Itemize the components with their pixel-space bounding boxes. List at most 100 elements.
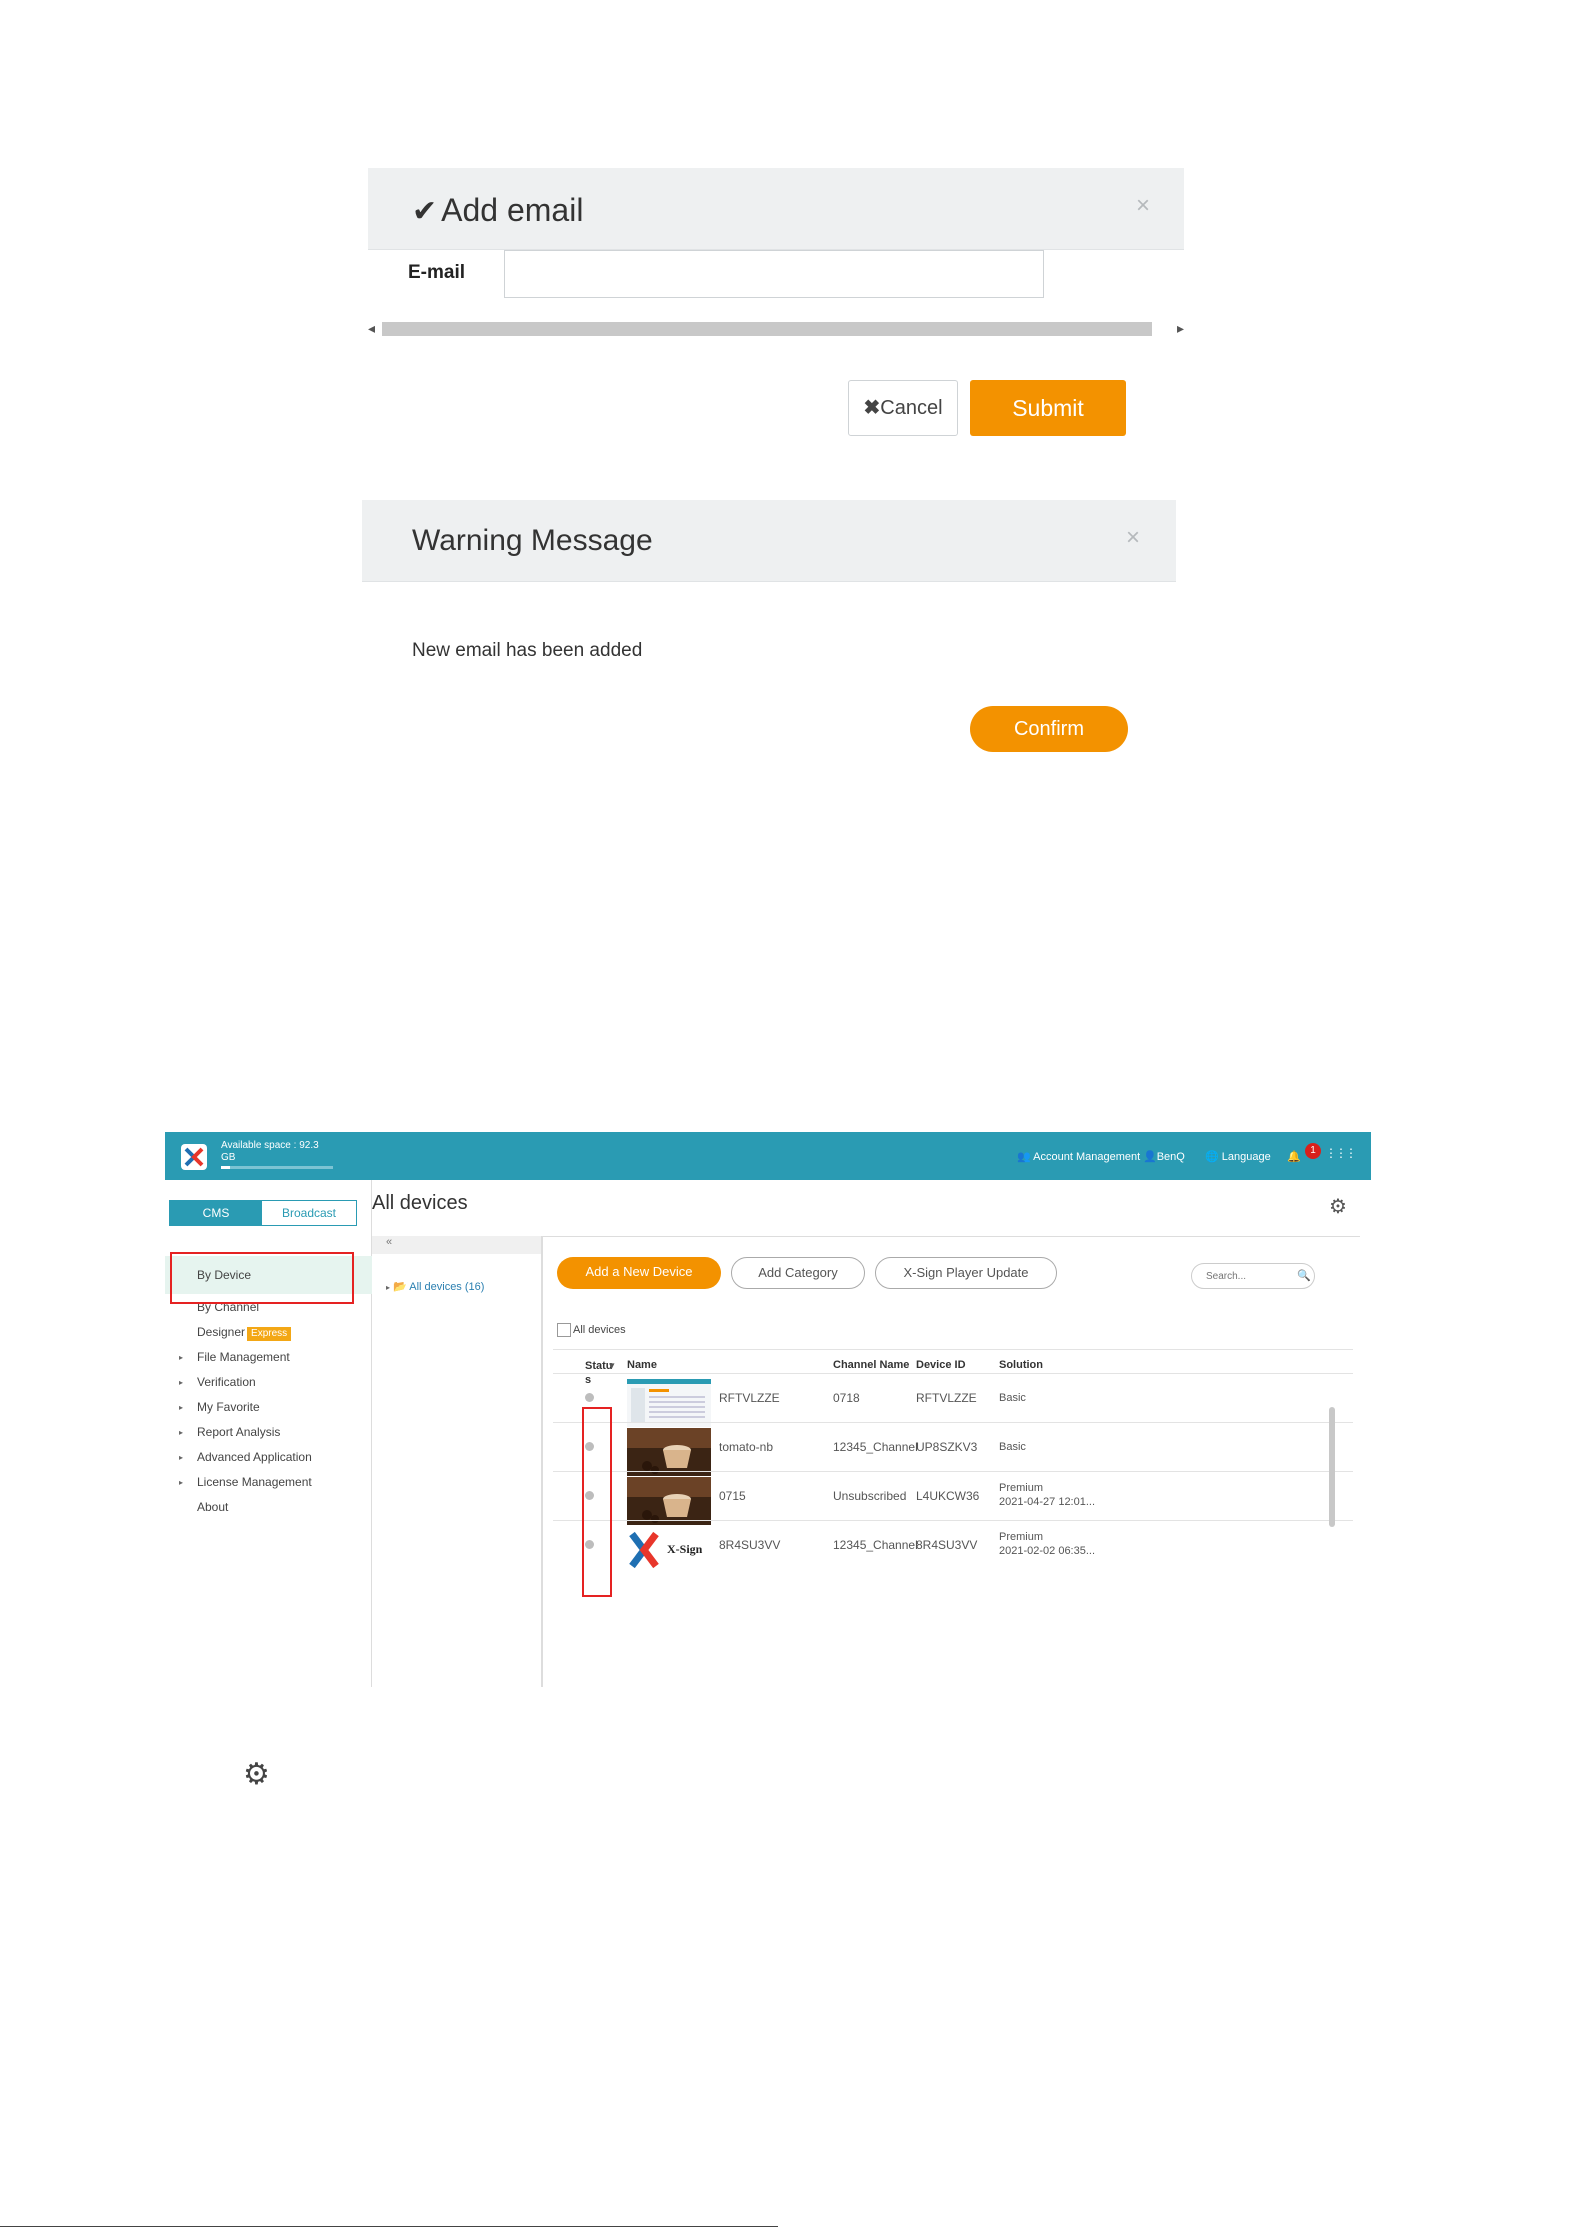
search-icon[interactable]: 🔍 [1297, 1269, 1311, 1282]
status-indicator [585, 1393, 594, 1402]
caret-icon: ▸ [386, 1283, 391, 1292]
tab-broadcast[interactable]: Broadcast [262, 1201, 356, 1225]
sort-icon[interactable]: ▾ [609, 1359, 615, 1372]
apps-grid-icon[interactable]: ⋮⋮⋮ [1325, 1146, 1357, 1160]
dialog-header: ✔ Add email × [368, 168, 1184, 250]
tree-node-all-devices[interactable]: ▸ 📂 All devices (16) [386, 1280, 484, 1293]
device-thumbnail[interactable] [627, 1428, 711, 1476]
player-update-button[interactable]: X-Sign Player Update [875, 1257, 1057, 1289]
select-all-checkbox[interactable] [557, 1323, 571, 1337]
select-all-row[interactable]: All devices [557, 1323, 626, 1337]
storage-unit: GB [221, 1152, 236, 1163]
page-title: All devices [372, 1192, 468, 1214]
gear-icon: ⚙ [243, 1758, 270, 1791]
sidebar-item-about[interactable]: About [165, 1495, 372, 1520]
caret-icon: ▸ [179, 1403, 184, 1412]
sidebar-item-designer[interactable]: Designer Express [165, 1320, 372, 1345]
scrollbar-thumb[interactable] [382, 322, 1152, 336]
row-divider [553, 1471, 1353, 1472]
sidebar-item-label: Designer [197, 1325, 246, 1339]
gear-icon[interactable]: ⚙ [1329, 1194, 1347, 1219]
channel-name: Unsubscribed [833, 1489, 907, 1503]
sidebar-item-report-analysis[interactable]: ▸ Report Analysis [165, 1420, 372, 1445]
device-name: 0715 [719, 1489, 746, 1503]
tab-cms[interactable]: CMS [170, 1201, 262, 1225]
row-divider [553, 1373, 1353, 1374]
dialog-title: Warning Message [412, 524, 653, 557]
xsign-logo-text: X-Sign [667, 1542, 703, 1556]
caret-icon: ▸ [179, 1453, 184, 1462]
sidebar-item-label: Advanced Application [197, 1450, 312, 1464]
footer-divider [0, 2226, 778, 2227]
channel-name: 12345_Channel [833, 1538, 918, 1552]
sidebar-item-my-favorite[interactable]: ▸ My Favorite [165, 1395, 372, 1420]
column-header-device-id[interactable]: Device ID [916, 1359, 966, 1371]
sidebar-item-label: Report Analysis [197, 1425, 281, 1439]
check-icon: ✔ [412, 195, 438, 228]
horizontal-scrollbar[interactable]: ◂ ▸ [368, 318, 1184, 340]
storage-info: Available space : 92.3 GB [221, 1140, 319, 1164]
notification-badge: 1 [1305, 1143, 1321, 1159]
dialog-title-text: Add email [441, 192, 584, 228]
sidebar-item-file-management[interactable]: ▸ File Management [165, 1345, 372, 1370]
sidebar-item-license-management[interactable]: ▸ License Management [165, 1470, 372, 1495]
highlight-box-by-device [170, 1252, 354, 1304]
collapse-tree-icon[interactable]: « [372, 1236, 541, 1254]
caret-icon: ▸ [179, 1353, 184, 1362]
user-icon: 👤 [1143, 1151, 1157, 1163]
cancel-x-icon: ✖ [863, 397, 881, 419]
solution-type: Premium [999, 1531, 1044, 1543]
solution-type: Premium [999, 1482, 1044, 1494]
dialog-title: ✔ Add email [412, 192, 583, 229]
device-thumbnail[interactable] [627, 1379, 711, 1427]
select-all-label: All devices [573, 1323, 626, 1336]
add-category-button[interactable]: Add Category [731, 1257, 865, 1289]
email-field[interactable] [504, 250, 1044, 298]
storage-progress-bar [221, 1166, 333, 1169]
row-divider [553, 1520, 1353, 1521]
submit-button[interactable]: Submit [970, 380, 1126, 436]
add-device-button[interactable]: Add a New Device [557, 1257, 721, 1289]
device-id: UP8SZKV3 [916, 1440, 978, 1454]
cancel-button[interactable]: ✖Cancel [848, 380, 958, 436]
warning-message: New email has been added [412, 640, 643, 661]
sidebar-item-label: License Management [197, 1475, 312, 1489]
cms-app-window: Available space : 92.3 GB 👥 Account Mana… [165, 1132, 1371, 1687]
device-thumbnail[interactable] [627, 1477, 711, 1525]
sidebar-item-verification[interactable]: ▸ Verification [165, 1370, 372, 1395]
email-label: E-mail [408, 262, 466, 283]
sidebar-item-label: File Management [197, 1350, 290, 1364]
top-bar: Available space : 92.3 GB 👥 Account Mana… [165, 1132, 1371, 1180]
account-management-link[interactable]: 👥 Account Management [1017, 1150, 1140, 1163]
storage-label: Available space : 92.3 [221, 1140, 319, 1151]
sidebar-item-label: My Favorite [197, 1400, 260, 1414]
warning-dialog: Warning Message × New email has been add… [362, 500, 1176, 770]
dialog-header: Warning Message × [362, 500, 1176, 582]
user-menu[interactable]: 👤BenQ [1143, 1150, 1185, 1163]
device-id: 8R4SU3VV [916, 1538, 978, 1552]
mode-switch: CMS Broadcast [169, 1200, 357, 1226]
caret-icon: ▸ [179, 1428, 184, 1437]
bell-icon[interactable]: 🔔 [1287, 1150, 1301, 1163]
caret-icon: ▸ [179, 1378, 184, 1387]
account-icon: 👥 [1017, 1151, 1031, 1163]
highlight-box-status [582, 1407, 612, 1597]
column-header-channel[interactable]: Channel Name [833, 1359, 909, 1371]
column-header-solution[interactable]: Solution [999, 1359, 1043, 1371]
device-list-panel: Add a New Device Add Category X-Sign Pla… [542, 1236, 1360, 1687]
scroll-right-icon[interactable]: ▸ [1177, 320, 1184, 337]
vertical-scrollbar[interactable] [1329, 1407, 1335, 1527]
scroll-left-icon[interactable]: ◂ [368, 320, 375, 337]
close-icon[interactable]: × [1136, 192, 1150, 220]
storage-progress-fill [221, 1166, 230, 1169]
express-badge: Express [247, 1327, 292, 1341]
language-menu[interactable]: 🌐 Language [1205, 1150, 1271, 1163]
close-icon[interactable]: × [1126, 524, 1140, 552]
confirm-button[interactable]: Confirm [970, 706, 1128, 752]
sidebar-item-advanced-application[interactable]: ▸ Advanced Application [165, 1445, 372, 1470]
device-name: tomato-nb [719, 1440, 774, 1454]
solution-cell: Basic [999, 1440, 1026, 1454]
device-thumbnail[interactable]: X-Sign [627, 1526, 711, 1574]
xsign-logo[interactable] [181, 1144, 207, 1170]
column-header-name[interactable]: Name [627, 1359, 657, 1371]
